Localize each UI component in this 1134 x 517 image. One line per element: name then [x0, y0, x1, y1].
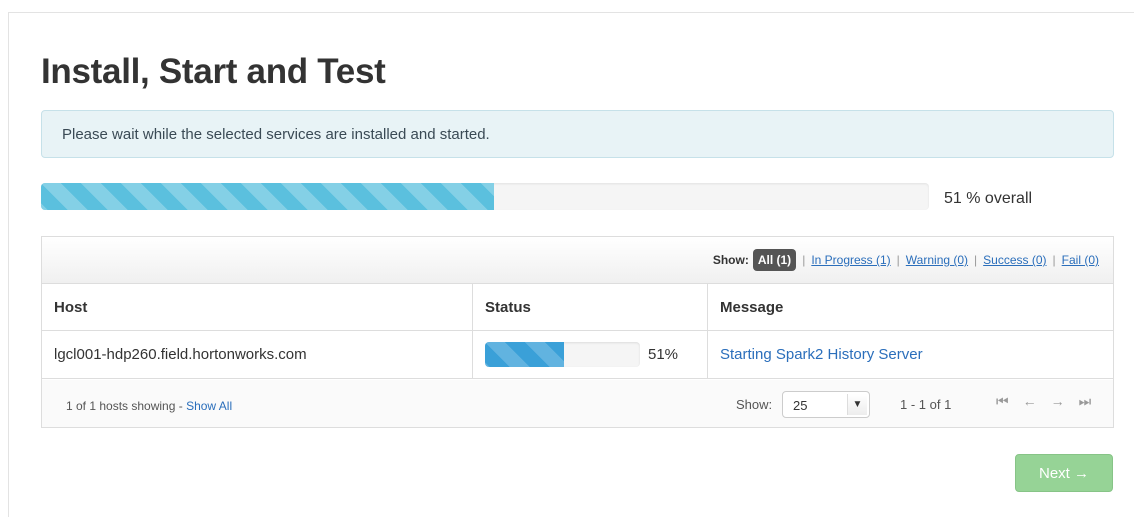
filter-separator: | [896, 253, 900, 267]
filter-bar: Show: All (1) | In Progress (1) | Warnin… [42, 237, 1113, 284]
next-button[interactable]: Next → [1015, 454, 1113, 492]
filter-separator: | [1052, 253, 1056, 267]
page-size-value: 25 [793, 398, 808, 413]
host-progress-fill [485, 342, 565, 367]
chevron-down-icon: ▼ [847, 394, 867, 415]
filter-in-progress-link[interactable]: In Progress (1) [811, 253, 890, 267]
task-message-link[interactable]: Starting Spark2 History Server [720, 346, 923, 363]
host-name: lgcl001-hdp260.field.hortonworks.com [54, 346, 307, 363]
overall-progress-fill [41, 183, 494, 210]
pagination-controls: ⏮ ← → ⏭ [996, 393, 1091, 410]
hosts-table: Show: All (1) | In Progress (1) | Warnin… [41, 236, 1114, 428]
filter-success-link[interactable]: Success (0) [983, 253, 1046, 267]
filter-separator: | [802, 253, 806, 267]
last-page-icon[interactable]: ⏭ [1079, 393, 1092, 410]
table-row: lgcl001-hdp260.field.hortonworks.com 51%… [42, 331, 1113, 379]
filter-warning-link[interactable]: Warning (0) [906, 253, 968, 267]
column-header-host: Host [54, 298, 88, 316]
overall-progress-label: 51 % overall [944, 190, 1033, 207]
host-progress-label: 51% [648, 346, 679, 363]
message-cell: Starting Spark2 History Server [707, 331, 1113, 378]
first-page-icon[interactable]: ⏮ [996, 393, 1009, 410]
table-header-row: Host Status Message [42, 284, 1113, 331]
column-header-status: Status [472, 284, 707, 330]
prev-page-icon[interactable]: ← [1023, 393, 1037, 410]
host-progress-bar [485, 342, 640, 367]
hosts-showing-count: 1 of 1 hosts showing - [66, 399, 187, 413]
page-size-label: Show: [736, 397, 773, 412]
page-title: Install, Start and Test [41, 52, 386, 91]
filter-separator: | [974, 253, 978, 267]
alert-message: Please wait while the selected services … [62, 126, 490, 143]
status-cell: 51% [472, 331, 707, 378]
filter-show-label: Show: [712, 253, 749, 267]
page-size-select[interactable]: 25 ▼ [782, 391, 870, 418]
filter-all-button[interactable]: All (1) [752, 249, 797, 271]
overall-progress-bar [41, 183, 929, 210]
hosts-showing-text: 1 of 1 hosts showing - Show All [66, 399, 232, 413]
next-page-icon[interactable]: → [1051, 393, 1065, 410]
info-alert: Please wait while the selected services … [41, 110, 1114, 158]
page-range-text: 1 - 1 of 1 [900, 397, 952, 412]
column-header-message: Message [707, 284, 1113, 330]
show-all-link[interactable]: Show All [186, 399, 232, 413]
table-footer: 1 of 1 hosts showing - Show All Show: 25… [42, 380, 1113, 427]
filter-fail-link[interactable]: Fail (0) [1062, 253, 1099, 267]
